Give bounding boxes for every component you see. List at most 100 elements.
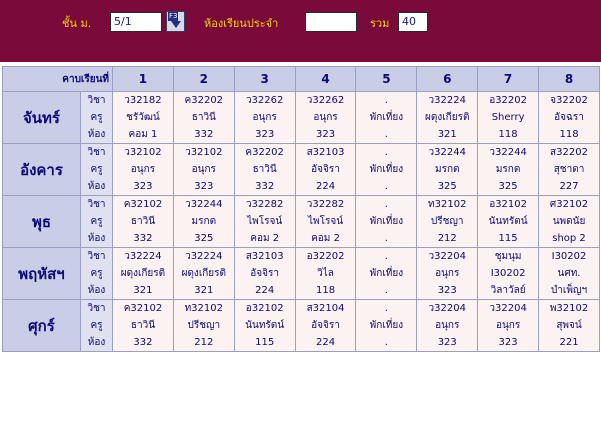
- subject-code: ว32244: [428, 147, 466, 158]
- row-label: ห้อง: [87, 129, 106, 140]
- row-labels: วิชา ครู ห้อง: [79, 299, 114, 352]
- room-number: 118: [315, 285, 336, 296]
- subject-code: อ32102: [489, 199, 528, 210]
- day-name: พุธ: [2, 195, 81, 248]
- subject-code: ว32244: [489, 147, 527, 158]
- period-cell[interactable]: ว32282 ไพโรจน์ คอม 2: [294, 195, 357, 248]
- teacher-name: นศท.: [557, 268, 581, 279]
- teacher-name: ผดุงเกียรติ: [120, 268, 166, 279]
- grade-dropdown-button[interactable]: F3: [166, 11, 185, 32]
- period-cell[interactable]: ส32104 อัจจิรา 224: [294, 299, 357, 352]
- room-number: shop 2: [552, 233, 586, 244]
- period-cell[interactable]: จ32202 อัจฉรา 118: [538, 91, 600, 144]
- subject-code: อ32202: [489, 95, 528, 106]
- period-cell[interactable]: I30202 นศท. บำเพ็ญฯ: [538, 247, 600, 300]
- lunch-text: พักเที่ยง: [369, 268, 404, 279]
- row-labels: วิชา ครู ห้อง: [79, 91, 114, 144]
- period-cell[interactable]: ว32224 ผดุงเกียรติ 321: [416, 91, 479, 144]
- period-cell[interactable]: อ32202 วิไล 118: [294, 247, 357, 300]
- subject-code: ท32102: [428, 199, 467, 210]
- teacher-name: อัจจิรา: [311, 164, 340, 175]
- homeroom-input[interactable]: [305, 12, 357, 32]
- period-cell[interactable]: ส32103 อัจจิรา 224: [233, 247, 296, 300]
- teacher-name: ธาวินี: [252, 164, 277, 175]
- period-cell[interactable]: ว32204 อนุกร 323: [477, 299, 540, 352]
- period-cell[interactable]: ว32244 มรกต 325: [172, 195, 235, 248]
- room-number: 212: [437, 233, 457, 244]
- period-header-row: คาบเรียนที่ 1 2 3 4 5 6 7 8: [1, 66, 600, 92]
- room-number: 325: [194, 233, 214, 244]
- grade-input[interactable]: 5/1: [110, 12, 162, 32]
- subject-code: ว32204: [428, 251, 466, 262]
- period-cell[interactable]: ท32102 ปรีชญา 212: [416, 195, 479, 248]
- period-cell[interactable]: ค32102 ธาวินี 332: [112, 299, 174, 352]
- day-row: จันทร์ วิชา ครู ห้อง ว32182 ชรัวัฒน์ คอม 1 ค322…: [2, 91, 600, 144]
- period-cell[interactable]: ชุมนุม I30202 วิลาวัลย์: [477, 247, 540, 300]
- room-number: 227: [559, 181, 579, 192]
- room-number: คอม 2: [250, 233, 280, 244]
- room-number: 325: [498, 181, 518, 192]
- lunch-text: .: [384, 337, 388, 348]
- period-cell[interactable]: อ32102 นันทรัตน์ 115: [233, 299, 296, 352]
- row-labels: วิชา ครู ห้อง: [79, 143, 114, 196]
- subject-code: ว32282: [245, 199, 284, 210]
- subject-code: ว32282: [306, 199, 345, 210]
- period-cell[interactable]: ว32102 อนุกร 323: [172, 143, 235, 196]
- room-number: 115: [255, 337, 275, 348]
- room-number: 332: [194, 129, 214, 140]
- period-cell[interactable]: ว32204 อนุกร 323: [416, 299, 479, 352]
- day-name: พฤหัสฯ: [2, 247, 81, 300]
- period-cell[interactable]: ว32262 อนุกร 323: [233, 91, 296, 144]
- subject-code: ว32204: [489, 303, 527, 314]
- teacher-name: ธาวินี: [130, 216, 156, 227]
- room-number: 332: [133, 337, 153, 348]
- row-label: ครู: [90, 320, 103, 331]
- room-number: คอม 2: [311, 233, 340, 244]
- teacher-name: ปรีชญา: [187, 320, 221, 331]
- subject-code: อ32202: [306, 251, 345, 262]
- lunch-text: .: [384, 181, 388, 192]
- subject-code: ว32224: [428, 95, 466, 106]
- row-label: วิชา: [87, 147, 106, 158]
- period-cell[interactable]: ว32244 มรกต 325: [477, 143, 540, 196]
- lunch-text: .: [384, 233, 388, 244]
- period-cell[interactable]: ค32202 ธาวินี 332: [172, 91, 235, 144]
- row-label: ครู: [90, 268, 103, 279]
- period-cell[interactable]: ว32244 มรกต 325: [416, 143, 479, 196]
- lunch-cell: . พักเที่ยง.: [355, 195, 418, 248]
- period-cell[interactable]: ว32102 อนุกร 323: [112, 143, 174, 196]
- teacher-name: ธาวินี: [130, 320, 156, 331]
- period-cell[interactable]: พ32102 สุพจน์ 221: [538, 299, 600, 352]
- period-cell[interactable]: อ32102 นันทรัตน์ 115: [477, 195, 540, 248]
- lunch-text: พักเที่ยง: [369, 112, 404, 123]
- day-row: พฤหัสฯ วิชา ครู ห้อง ว32224 ผดุงเกียรติ 321 ว32…: [2, 247, 600, 300]
- period-cell[interactable]: ว32282 ไพโรจน์ คอม 2: [233, 195, 296, 248]
- period-number: 1: [112, 66, 174, 92]
- subject-code: จ32202: [550, 95, 588, 106]
- subject-code: ว32244: [185, 199, 223, 210]
- homeroom-label: ห้องเรียนประจำ: [204, 17, 279, 30]
- teacher-name: I30202: [490, 268, 526, 279]
- teacher-name: อนุกร: [435, 268, 460, 279]
- period-cell[interactable]: ว32262 อนุกร 323: [294, 91, 357, 144]
- period-cell[interactable]: ว32224 ผดุงเกียรติ 321: [172, 247, 235, 300]
- period-cell[interactable]: ศ32102 นพดนัย shop 2: [538, 195, 600, 248]
- room-number: 323: [255, 129, 275, 140]
- period-cell[interactable]: ว32204 อนุกร 323: [416, 247, 479, 300]
- period-cell[interactable]: ส32202 สุชาดา 227: [538, 143, 600, 196]
- period-cell[interactable]: ท32102 ปรีชญา 212: [172, 299, 235, 352]
- lunch-text: .: [384, 303, 388, 314]
- total-label: รวม: [370, 17, 390, 30]
- period-cell[interactable]: ว32182 ชรัวัฒน์ คอม 1: [112, 91, 174, 144]
- period-cell[interactable]: ค32202 ธาวินี 332: [233, 143, 296, 196]
- timetable: คาบเรียนที่ 1 2 3 4 5 6 7 8 จันทร์ วิชา ครู ห้อง ว321…: [1, 66, 600, 352]
- period-cell[interactable]: ค32102 ธาวินี 332: [112, 195, 174, 248]
- room-number: 321: [437, 129, 457, 140]
- row-label: วิชา: [87, 303, 106, 314]
- period-cell[interactable]: ส32103 อัจจิรา 224: [294, 143, 357, 196]
- period-cell[interactable]: อ32202 Sherry 118: [477, 91, 540, 144]
- teacher-name: อนุกร: [252, 112, 277, 123]
- period-cell[interactable]: ว32224 ผดุงเกียรติ 321: [112, 247, 174, 300]
- lunch-text: .: [384, 285, 388, 296]
- subject-code: ส32103: [245, 251, 284, 262]
